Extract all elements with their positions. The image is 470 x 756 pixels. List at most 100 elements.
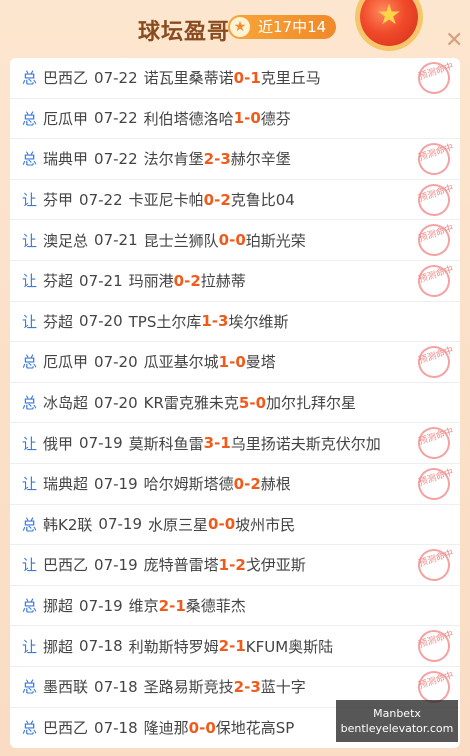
away-team: 加尔扎拜尔星 (266, 394, 357, 413)
away-score: 3 (220, 149, 231, 168)
star-icon: ★ (230, 17, 250, 37)
away-team: 拉赫蒂 (200, 272, 246, 291)
list-item[interactable]: 总厄瓜甲 07-22 利伯塔德洛哈 1 - 0 德芬 (10, 99, 460, 140)
home-team: 诺瓦里桑蒂诺 (143, 69, 234, 88)
league-name: 冰岛超 (43, 394, 89, 413)
away-score: 3 (250, 677, 261, 696)
away-team: 克里丘马 (260, 69, 321, 88)
away-score: 2 (250, 474, 261, 493)
list-item[interactable]: 让澳足总 07-21 昆士兰狮队 0 - 0 珀斯光荣 预测命中 (10, 220, 460, 261)
watermark-line1: Manbetx (373, 707, 421, 720)
medal-icon: ★ (360, 0, 418, 46)
match-date: 07-19 (79, 434, 123, 453)
league-name: 巴西乙 (43, 556, 89, 575)
away-score: 0 (255, 393, 266, 412)
hit-stamp-icon: 预测命中 (413, 463, 455, 505)
match-date: 07-22 (79, 190, 123, 209)
list-item[interactable]: 让巴西乙 07-19 庞特普雷塔 1 - 2 戈伊亚斯 预测命中 (10, 544, 460, 586)
list-item[interactable]: 让瑞典超 07-19 哈尔姆斯塔德 0 - 2 赫根 预测命中 (10, 463, 460, 505)
list-item[interactable]: 总韩K2联 07-19 水原三星 0 - 0 坡州市民 (10, 505, 460, 546)
away-team: 珀斯光荣 (245, 231, 306, 250)
league-name: 墨西联 (43, 678, 89, 697)
list-item[interactable]: 总冰岛超 07-20 KR雷克雅未克 5 - 0 加尔扎拜尔星 (10, 383, 460, 424)
prediction-type: 让 (22, 312, 38, 331)
prediction-type: 总 (22, 394, 38, 413)
league-name: 俄甲 (43, 434, 74, 453)
watermark: Manbetx bentleyelevator.com (336, 700, 458, 742)
hit-stamp-icon: 预测命中 (413, 58, 455, 99)
match-date: 07-18 (79, 637, 123, 656)
league-name: 瑞典超 (43, 475, 89, 494)
home-score: 2 (218, 637, 230, 656)
prediction-type: 总 (22, 515, 38, 534)
prediction-list: 总巴西乙 07-22 诺瓦里桑蒂诺 0 - 1 克里丘马 预测命中总厄瓜甲 07-22 利伯塔… (10, 58, 460, 749)
league-name: 芬超 (43, 272, 74, 291)
away-team: 德芬 (260, 109, 291, 128)
list-item[interactable]: 总瑞典甲 07-22 法尔肯堡 2 - 3 赫尔辛堡 预测命中 (10, 139, 460, 180)
list-item[interactable]: 让芬超 07-20 TPS土尔库 1 - 3 埃尔维斯 (10, 302, 460, 343)
league-name: 挪超 (43, 637, 74, 656)
league-name: 韩K2联 (43, 515, 93, 534)
list-item[interactable]: 让芬甲 07-22 卡亚尼卡帕 0 - 2 克鲁比04 预测命中 (10, 179, 460, 221)
page-title: 球坛盈哥 (138, 20, 231, 45)
hit-stamp-icon: 预测命中 (413, 626, 455, 667)
match-date: 07-19 (94, 474, 138, 493)
match-date: 07-21 (94, 231, 138, 250)
close-icon[interactable]: ✕ (445, 28, 463, 53)
list-item[interactable]: 总巴西乙 07-22 诺瓦里桑蒂诺 0 - 1 克里丘马 预测命中 (10, 58, 460, 99)
match-date: 07-18 (94, 677, 138, 696)
home-score: 2 (203, 149, 215, 168)
away-team: 乌里扬诺夫斯克伏尔加 (230, 434, 381, 453)
match-date: 07-22 (94, 68, 138, 87)
home-team: KR雷克雅未克 (143, 394, 239, 413)
away-score: 1 (220, 434, 231, 453)
hit-stamp-icon: 预测命中 (413, 544, 455, 586)
away-score: 1 (175, 596, 186, 615)
home-score: 0 (188, 718, 200, 737)
prediction-type: 让 (22, 272, 38, 291)
prediction-type: 总 (22, 719, 38, 738)
home-score: 2 (233, 677, 245, 696)
league-name: 挪超 (43, 597, 74, 616)
medal-star-icon: ★ (376, 0, 402, 31)
prediction-type: 让 (22, 475, 38, 494)
list-item[interactable]: 让芬超 07-21 玛丽港 0 - 2 拉赫蒂 预测命中 (10, 260, 460, 302)
prediction-type: 总 (22, 109, 38, 128)
match-date: 07-20 (79, 312, 123, 331)
home-score: 2 (158, 596, 170, 615)
home-team: 法尔肯堡 (143, 150, 204, 169)
list-item[interactable]: 总挪超 07-19 维京 2 - 1 桑德菲杰 (10, 586, 460, 627)
home-team: 昆士兰狮队 (143, 231, 219, 250)
home-score: 1 (233, 109, 245, 128)
away-team: KFUM奥斯陆 (245, 637, 334, 656)
hit-stamp-icon: 预测命中 (413, 179, 455, 220)
away-team: 戈伊亚斯 (245, 556, 306, 575)
league-name: 巴西乙 (43, 719, 89, 738)
list-item[interactable]: 让挪超 07-18 利勒斯特罗姆 2 - 1 KFUM奥斯陆 预测命中 (10, 626, 460, 667)
home-team: 圣路易斯竞技 (143, 678, 234, 697)
league-name: 厄瓜甲 (43, 353, 89, 372)
home-score: 0 (173, 271, 185, 290)
hit-stamp-icon: 预测命中 (413, 220, 455, 261)
list-item[interactable]: 让俄甲 07-19 莫斯科鱼雷 3 - 1 乌里扬诺夫斯克伏尔加 预测命中 (10, 423, 460, 464)
away-team: 曼塔 (245, 353, 276, 372)
match-date: 07-18 (94, 718, 138, 737)
home-team: 玛丽港 (128, 272, 174, 291)
home-score: 0 (233, 68, 245, 87)
match-date: 07-21 (79, 271, 123, 290)
home-score: 0 (218, 231, 230, 250)
home-team: 利勒斯特罗姆 (128, 637, 219, 656)
prediction-type: 让 (22, 556, 38, 575)
prediction-type: 让 (22, 637, 38, 656)
away-score: 0 (205, 718, 216, 737)
home-team: 维京 (128, 597, 159, 616)
away-team: 赫尔辛堡 (230, 150, 291, 169)
away-score: 0 (224, 515, 236, 534)
away-score: 2 (220, 190, 231, 209)
list-item[interactable]: 总厄瓜甲 07-20 瓜亚基尔城 1 - 0 曼塔 预测命中 (10, 341, 460, 383)
league-name: 芬超 (43, 312, 74, 331)
away-team: 克鲁比04 (230, 191, 295, 210)
league-name: 瑞典甲 (43, 150, 89, 169)
away-team: 埃尔维斯 (228, 312, 289, 331)
home-team: 庞特普雷塔 (143, 556, 219, 575)
